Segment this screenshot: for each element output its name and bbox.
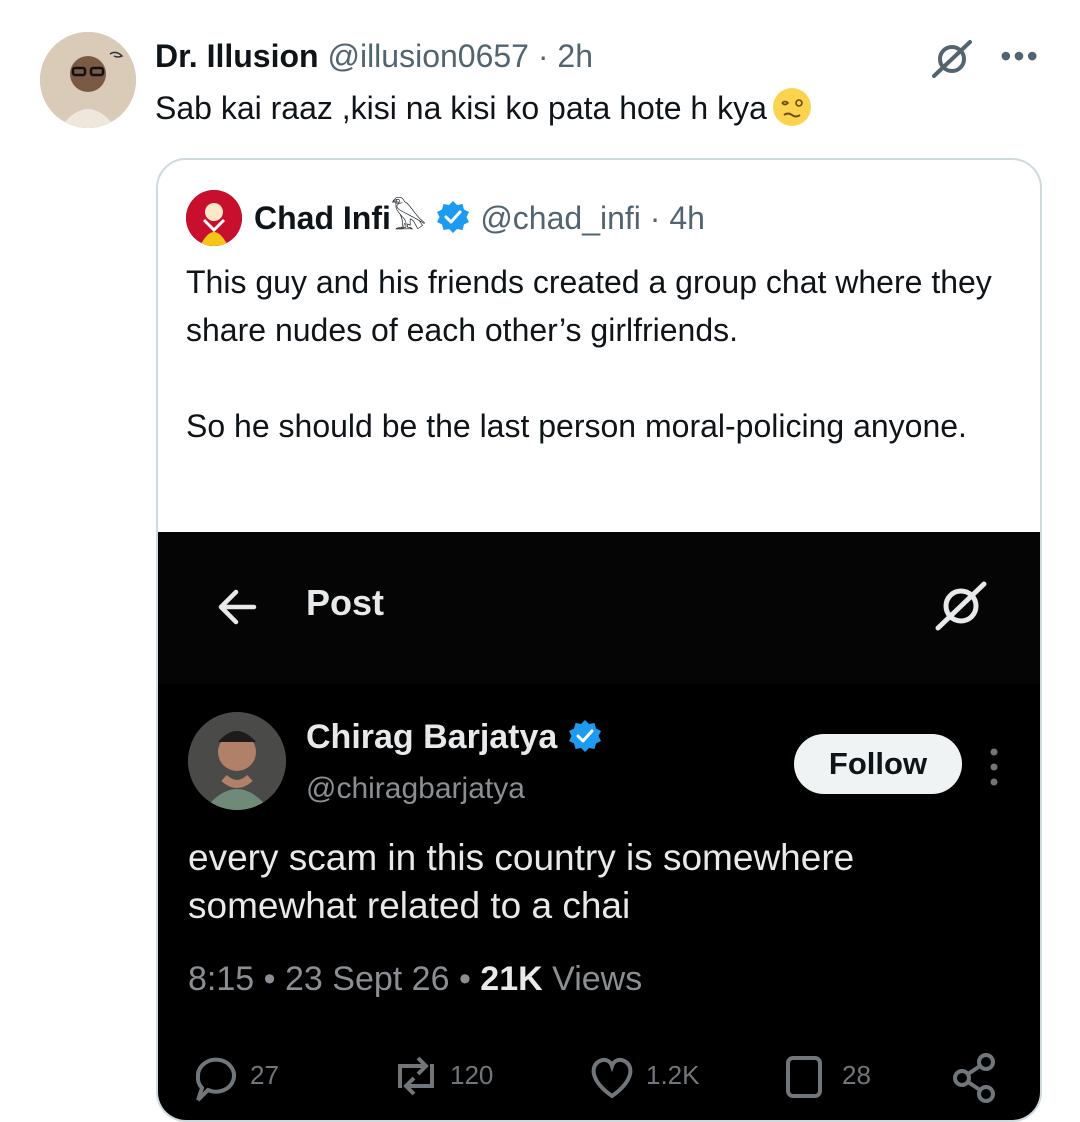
author-name[interactable]: Dr. Illusion [155, 38, 319, 74]
screenshot-author-name: Chirag Barjatya [306, 718, 603, 757]
woozy-face-emoji-icon [772, 88, 811, 126]
post-text: Sab kai raaz ,kisi na kisi ko pata hote … [155, 86, 811, 130]
follow-button: Follow [794, 734, 962, 794]
screenshot-time: 8:15 [188, 960, 255, 998]
avatar-portrait [40, 32, 136, 128]
views-count: 21K [480, 960, 543, 998]
separator: · [649, 200, 661, 236]
grok-icon [932, 576, 992, 636]
quoted-text: This guy and his friends created a group… [186, 264, 992, 444]
quoted-time[interactable]: 4h [669, 200, 705, 236]
verified-badge-icon [567, 718, 603, 754]
grok-icon[interactable] [928, 34, 978, 84]
share-icon [953, 1053, 995, 1103]
post-header: Dr. Illusion @illusion0657 · 2h [155, 36, 593, 76]
screenshot-author-name-text: Chirag Barjatya [306, 718, 558, 756]
reply-icon [195, 1057, 236, 1102]
author-handle[interactable]: @illusion0657 [327, 38, 529, 74]
screenshot-author-handle: @chiragbarjatya [306, 772, 525, 805]
quoted-header: Chad Infi𓅃 @chad_infi · 4h [254, 196, 705, 240]
like-count: 1.2K [646, 1060, 700, 1090]
quoted-post-card[interactable]: Chad Infi𓅃 @chad_infi · 4h This guy and … [156, 158, 1042, 1122]
screenshot-page-title: Post [306, 582, 385, 623]
falcon-emoji-icon: 𓅃 [390, 200, 427, 236]
views-label: Views [552, 960, 643, 998]
back-arrow-icon [214, 584, 260, 630]
quoted-avatar[interactable] [186, 190, 242, 246]
more-options-icon[interactable]: ••• [996, 38, 1044, 78]
dot-separator: • [458, 960, 471, 998]
screenshot-post-text: every scam in this country is somewhere … [188, 837, 855, 926]
vertical-more-icon [984, 742, 1004, 792]
repost-count: 120 [450, 1060, 494, 1090]
screenshot-topbar [158, 532, 1040, 684]
quoted-handle[interactable]: @chad_infi [480, 200, 641, 236]
separator: · [537, 38, 549, 74]
bookmark-count: 28 [842, 1060, 871, 1090]
quoted-author-name[interactable]: Chad Infi [254, 200, 391, 236]
screenshot-date: 23 Sept 26 [285, 960, 450, 998]
embedded-screenshot[interactable]: Post Chirag Barjatya @chiragbarjatya Fol… [158, 532, 1040, 1120]
screenshot-avatar [188, 712, 286, 810]
post-text-body: Sab kai raaz ,kisi na kisi ko pata hote … [155, 90, 767, 126]
screenshot-action-bar: 27 120 1.2K 28 [158, 1048, 1040, 1120]
verified-badge-icon [435, 199, 471, 235]
screenshot-post-meta: 8:15 • 23 Sept 26 • 21K Views [188, 960, 642, 999]
repost-icon [398, 1056, 434, 1096]
reply-count: 27 [250, 1060, 279, 1090]
bookmark-icon [786, 1056, 822, 1098]
post-time[interactable]: 2h [557, 38, 593, 74]
heart-icon [591, 1057, 633, 1099]
avatar[interactable] [40, 32, 136, 128]
dot-separator: • [263, 960, 276, 998]
